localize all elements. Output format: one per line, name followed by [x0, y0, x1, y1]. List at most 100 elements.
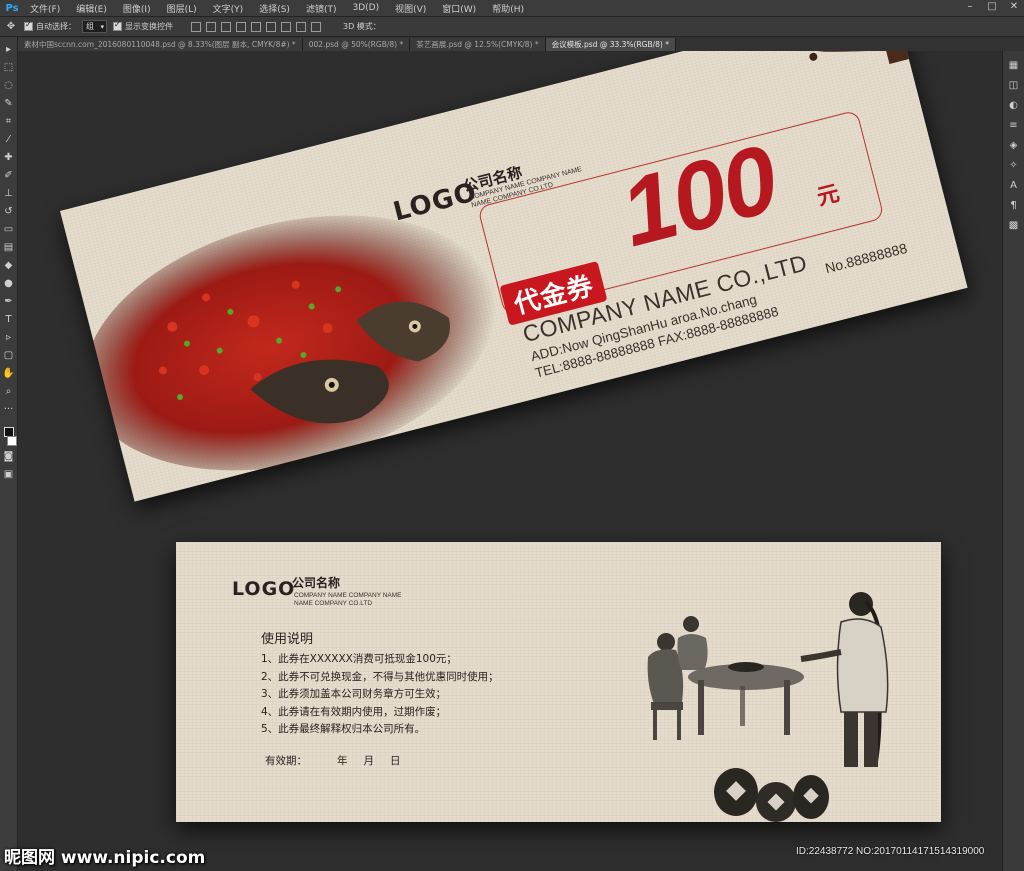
align-middle-icon[interactable] [206, 21, 216, 32]
history-panel-icon[interactable]: ▦ [1007, 59, 1021, 73]
photoshop-logo-icon[interactable]: Ps [2, 3, 22, 14]
voucher-front-content: LOGO 公司名称 COMPANY NAME COMPANY NAME NAME… [60, 51, 968, 502]
tools-panel: ▸ ⬚ ◌ ✎ ⌗ ⁄ ✚ ✐ ⊥ ↺ ▭ ▤ ◆ ● ✒ T ▹ ▢ ✋ ⌕ … [0, 37, 18, 871]
tab-document-3[interactable]: 茶艺画展.psd @ 12.5%(CMYK/8) * [410, 38, 546, 51]
back-company-small-line: NAME COMPANY CO.LTD [294, 599, 373, 607]
marquee-tool-icon[interactable]: ⬚ [2, 61, 16, 75]
menu-view[interactable]: 视图(V) [387, 2, 434, 15]
healing-brush-icon[interactable]: ✚ [2, 151, 16, 165]
zoom-tool-icon[interactable]: ⌕ [2, 385, 16, 399]
usage-rule: 4、此券请在有效期内使用，过期作废； [261, 705, 447, 718]
stamp-tool-icon[interactable]: ⊥ [2, 187, 16, 201]
back-company-small: COMPANY NAME COMPANY NAME NAME COMPANY C… [294, 592, 402, 607]
checkbox-icon [24, 20, 33, 31]
panel-dock: ▦ ◫ ◐ ≡ ◈ ✧ A ¶ ▩ [1002, 51, 1024, 871]
eraser-tool-icon[interactable]: ▭ [2, 223, 16, 237]
tab-document-2[interactable]: 002.psd @ 50%(RGB/8) * [302, 38, 411, 51]
swatches-panel-icon[interactable]: ▩ [1007, 219, 1021, 233]
image-id-watermark: ID:22438772 NO:20170114171514319000 [796, 846, 985, 857]
menu-select[interactable]: 选择(S) [251, 2, 298, 15]
maximize-icon[interactable]: □ [986, 1, 998, 13]
auto-select-dropdown[interactable]: 组 [82, 20, 107, 33]
validity-day: 日 [390, 755, 401, 767]
channels-panel-icon[interactable]: ◈ [1007, 139, 1021, 153]
align-right-icon[interactable] [266, 21, 276, 32]
pagoda-roof-image [792, 51, 919, 65]
options-bar: ✥ 自动选择： 组 显示变换控件 3D 模式： [0, 17, 1024, 37]
document-tabs: 素材中国sccnn.com_2016080110048.psd @ 8.33%(… [18, 37, 1024, 51]
menu-edit[interactable]: 编辑(E) [68, 2, 115, 15]
auto-select-checkbox[interactable]: 自动选择： [24, 20, 76, 32]
validity-month: 月 [363, 755, 375, 767]
menu-3d[interactable]: 3D(D) [344, 3, 387, 13]
show-transform-checkbox[interactable]: 显示变换控件 [113, 20, 173, 32]
align-left-icon[interactable] [236, 21, 246, 32]
properties-panel-icon[interactable]: ≡ [1007, 119, 1021, 133]
spicy-fish-head-image [84, 215, 496, 471]
serial-number: No.88888888 [823, 239, 909, 277]
move-tool-icon[interactable]: ✥ [4, 21, 18, 32]
menu-filter[interactable]: 滤镜(T) [298, 2, 345, 15]
close-icon[interactable]: ✕ [1008, 1, 1020, 13]
hand-tool-icon[interactable]: ✋ [2, 367, 16, 381]
menu-type[interactable]: 文字(Y) [205, 2, 252, 15]
align-top-icon[interactable] [191, 21, 201, 32]
ink-illustration-tea-house [647, 592, 889, 822]
nipic-watermark: 昵图网 www.nipic.com [4, 848, 206, 868]
more-tools-icon[interactable]: ··· [2, 403, 16, 417]
shape-tool-icon[interactable]: ▢ [2, 349, 16, 363]
menu-file[interactable]: 文件(F) [22, 2, 68, 15]
tab-document-1[interactable]: 素材中国sccnn.com_2016080110048.psd @ 8.33%(… [18, 38, 303, 51]
dodge-tool-icon[interactable]: ● [2, 277, 16, 291]
usage-rule: 3、此券须加盖本公司财务章方可生效； [261, 688, 447, 700]
back-company-name: 公司名称 [292, 576, 341, 590]
paragraph-panel-icon[interactable]: ¶ [1007, 199, 1021, 213]
window-controls: – □ ✕ [964, 1, 1020, 13]
minimize-icon[interactable]: – [964, 1, 976, 13]
voucher-back: LOGO 公司名称 COMPANY NAME COMPANY NAME NAME… [176, 542, 941, 822]
blur-tool-icon[interactable]: ◆ [2, 259, 16, 273]
quick-mask-icon[interactable]: ◙ [2, 450, 16, 464]
align-bottom-icon[interactable] [221, 21, 231, 32]
document-canvas[interactable]: LOGO 公司名称 COMPANY NAME COMPANY NAME NAME… [18, 51, 1002, 871]
back-company-small-line: COMPANY NAME COMPANY NAME [294, 592, 402, 599]
menu-bar: Ps 文件(F) 编辑(E) 图像(I) 图层(L) 文字(Y) 选择(S) 滤… [0, 0, 1024, 17]
move-tool-icon[interactable]: ▸ [2, 43, 16, 57]
crop-tool-icon[interactable]: ⌗ [2, 115, 16, 129]
3d-mode-label: 3D 模式： [343, 22, 381, 31]
tab-document-active[interactable]: 会议模板.psd @ 33.3%(RGB/8) * [545, 38, 676, 51]
usage-rule: 2、此券不可兑换现金，不得与其他优惠同时使用； [261, 670, 499, 683]
menu-window[interactable]: 窗口(W) [434, 2, 484, 15]
usage-title: 使用说明 [261, 632, 314, 647]
distribute-top-icon[interactable] [281, 21, 291, 32]
paths-panel-icon[interactable]: ✧ [1007, 159, 1021, 173]
brush-tool-icon[interactable]: ✐ [2, 169, 16, 183]
usage-rule: 1、此券在XXXXXX消费可抵现金100元； [261, 653, 457, 665]
adjustments-panel-icon[interactable]: ◐ [1007, 99, 1021, 113]
type-tool-icon[interactable]: T [2, 313, 16, 327]
menu-help[interactable]: 帮助(H) [484, 2, 532, 15]
path-select-tool-icon[interactable]: ▹ [2, 331, 16, 345]
distribute-middle-icon[interactable] [296, 21, 306, 32]
gradient-tool-icon[interactable]: ▤ [2, 241, 16, 255]
quick-select-tool-icon[interactable]: ✎ [2, 97, 16, 111]
background-color-swatch[interactable] [6, 436, 17, 446]
auto-select-label: 自动选择： [36, 22, 76, 31]
back-logo: LOGO [232, 578, 296, 600]
pen-tool-icon[interactable]: ✒ [2, 295, 16, 309]
screen-mode-icon[interactable]: ▣ [2, 468, 16, 482]
menu-image[interactable]: 图像(I) [115, 2, 159, 15]
align-center-icon[interactable] [251, 21, 261, 32]
menu-layer[interactable]: 图层(L) [159, 2, 205, 15]
align-buttons [191, 21, 321, 32]
show-transform-label: 显示变换控件 [125, 22, 173, 31]
validity-line: 有效期： 年 月 日 [265, 753, 401, 768]
distribute-bottom-icon[interactable] [311, 21, 321, 32]
layers-panel-icon[interactable]: ◫ [1007, 79, 1021, 93]
lasso-tool-icon[interactable]: ◌ [2, 79, 16, 93]
voucher-front: LOGO 公司名称 COMPANY NAME COMPANY NAME NAME… [60, 51, 968, 502]
character-panel-icon[interactable]: A [1007, 179, 1021, 193]
eyedropper-tool-icon[interactable]: ⁄ [2, 133, 16, 147]
history-brush-icon[interactable]: ↺ [2, 205, 16, 219]
usage-rule: 5、此券最终解释权归本公司所有。 [261, 723, 426, 735]
